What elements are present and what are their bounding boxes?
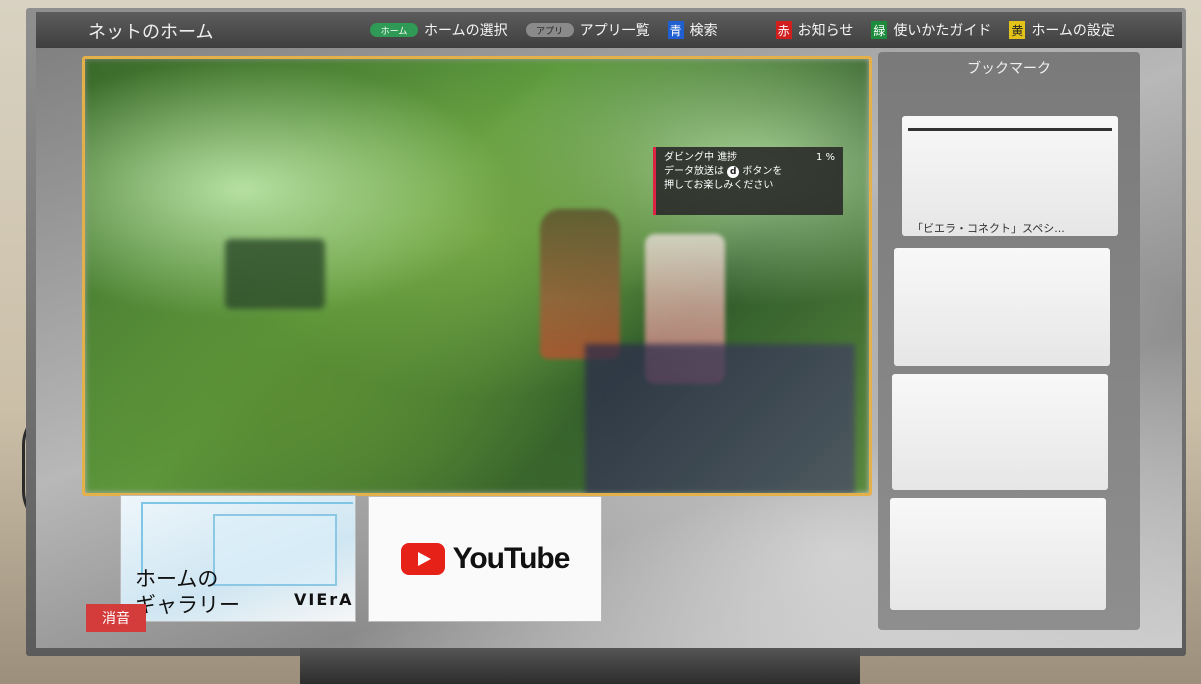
menu-notices[interactable]: 赤 お知らせ (772, 20, 858, 40)
progress-value: 1 % (815, 152, 835, 163)
bookmark-thumbnail-bar (908, 128, 1112, 131)
bookmark-empty-slot[interactable] (894, 248, 1110, 366)
menu-home-settings[interactable]: 黄 ホームの設定 (1005, 20, 1119, 40)
top-menu: ホーム ホームの選択 アプリ アプリ一覧 青 検索 赤 お知らせ 緑 使いかたガ… (366, 12, 1119, 48)
tv-screen: ネットのホーム ホーム ホームの選択 アプリ アプリ一覧 青 検索 赤 お知らせ… (36, 12, 1182, 648)
tv-video-panel[interactable]: ダビング中 進捗 1 % データ放送は d ボタンを 押してお楽しみください (82, 56, 872, 496)
yellow-key-icon: 黄 (1009, 21, 1026, 39)
menu-app-list-label: アプリ一覧 (579, 23, 650, 39)
menu-notices-label: お知らせ (797, 23, 854, 39)
button-text: ボタンを (742, 166, 783, 177)
bookmark-empty-slot[interactable] (892, 374, 1108, 490)
page-title: ネットのホーム (88, 22, 214, 43)
bookmark-panel: ブックマーク 「ビエラ・コネクト」スペシ... (878, 52, 1140, 630)
menu-guide[interactable]: 緑 使いかたガイド (867, 20, 995, 40)
youtube-label: YouTube (452, 542, 571, 575)
green-key-icon: 緑 (871, 21, 888, 39)
bookmark-caption: 「ビエラ・コネクト」スペシ... (912, 222, 1065, 235)
menu-search[interactable]: 青 検索 (664, 20, 722, 40)
menu-app-list[interactable]: アプリ アプリ一覧 (522, 20, 654, 40)
d-button-icon: d (727, 166, 740, 178)
dubbing-status: ダビング中 (664, 152, 714, 163)
tv-stand (300, 648, 860, 684)
youtube-tile[interactable]: YouTube (368, 496, 602, 622)
youtube-play-icon (400, 543, 445, 575)
menu-home-select[interactable]: ホーム ホームの選択 (366, 20, 512, 40)
bookmark-item[interactable]: 「ビエラ・コネクト」スペシ... (902, 116, 1118, 236)
menu-guide-label: 使いかたガイド (893, 23, 992, 39)
menu-search-label: 検索 (689, 23, 718, 39)
red-key-icon: 赤 (775, 21, 792, 39)
progress-label: 進捗 (717, 152, 738, 163)
home-badge-icon: ホーム (370, 23, 418, 37)
bookmark-empty-slot[interactable] (890, 498, 1106, 610)
bookmark-title: ブックマーク (967, 61, 1051, 77)
video-blur-shape (225, 239, 325, 309)
menu-home-settings-label: ホームの設定 (1031, 23, 1115, 39)
menu-home-select-label: ホームの選択 (424, 23, 508, 39)
data-broadcast-text: データ放送は (664, 166, 724, 177)
mute-indicator: 消音 (86, 604, 146, 632)
dubbing-overlay: ダビング中 進捗 1 % データ放送は d ボタンを 押してお楽しみください (653, 147, 843, 215)
top-bar: ネットのホーム ホーム ホームの選択 アプリ アプリ一覧 青 検索 赤 お知らせ… (36, 12, 1182, 48)
enjoy-text: 押してお楽しみください (664, 180, 774, 191)
viera-logo: VIErA (294, 590, 354, 609)
home-gallery-tile[interactable]: ホームの ギャラリー VIErA (120, 495, 356, 622)
app-badge-icon: アプリ (525, 23, 574, 37)
video-blur-shape (540, 209, 620, 359)
video-blur-shape (585, 344, 855, 493)
blue-key-icon: 青 (667, 21, 684, 39)
gallery-label: ホームの ギャラリー (135, 567, 240, 617)
